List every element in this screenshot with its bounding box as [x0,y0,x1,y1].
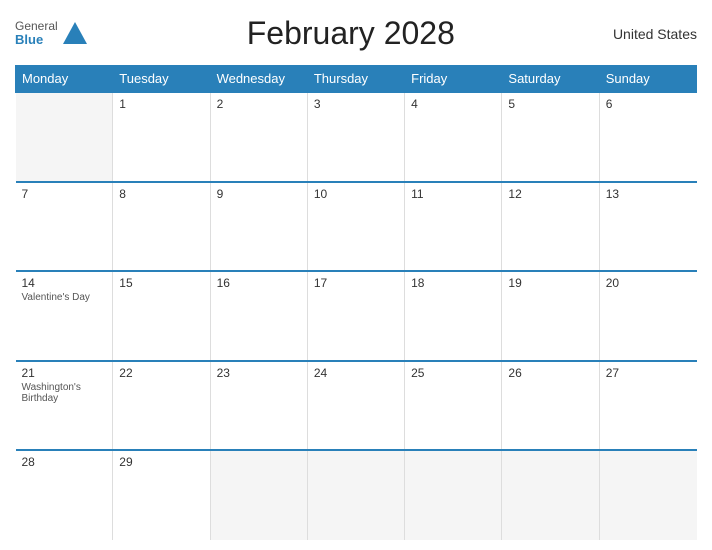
day-number: 11 [411,187,495,201]
calendar-cell: 28 [16,450,113,540]
calendar-header: MondayTuesdayWednesdayThursdayFridaySatu… [16,66,697,93]
calendar-container: General Blue February 2028 United States… [0,0,712,550]
day-number: 4 [411,97,495,111]
holiday-label: Washington's Birthday [22,382,107,404]
calendar-cell: 13 [599,182,696,272]
calendar-cell [502,450,599,540]
calendar-cell [16,92,113,182]
weekday-header-sunday: Sunday [599,66,696,93]
page-title: February 2028 [89,15,613,52]
day-number: 5 [508,97,592,111]
calendar-cell: 11 [405,182,502,272]
day-number: 9 [217,187,301,201]
day-number: 28 [22,455,107,469]
day-number: 6 [606,97,691,111]
day-number: 14 [22,276,107,290]
calendar-cell: 16 [210,271,307,361]
day-number: 3 [314,97,398,111]
day-number: 12 [508,187,592,201]
calendar-cell: 3 [307,92,404,182]
calendar-cell: 8 [113,182,210,272]
week-row-5: 28 29 [16,450,697,540]
day-number: 8 [119,187,203,201]
calendar-cell: 17 [307,271,404,361]
day-number: 2 [217,97,301,111]
calendar-body: 1234567891011121314Valentine's Day151617… [16,92,697,540]
logo: General Blue [15,20,89,48]
weekday-header-wednesday: Wednesday [210,66,307,93]
day-number: 13 [606,187,691,201]
calendar-cell [599,450,696,540]
week-row-2: 789 10 11 12 13 [16,182,697,272]
weekday-header-row: MondayTuesdayWednesdayThursdayFridaySatu… [16,66,697,93]
calendar-cell: 26 [502,361,599,451]
calendar-cell: 4 [405,92,502,182]
weekday-header-friday: Friday [405,66,502,93]
holiday-label: Valentine's Day [22,292,107,303]
day-number: 29 [119,455,203,469]
day-number: 18 [411,276,495,290]
day-number: 22 [119,366,203,380]
logo-icon [61,20,89,48]
weekday-header-saturday: Saturday [502,66,599,93]
week-row-4: 21 Washington's Birthday 22 23 24 25 26 27 [16,361,697,451]
calendar-cell: 25 [405,361,502,451]
weekday-header-monday: Monday [16,66,113,93]
day-number: 23 [217,366,301,380]
calendar-cell [307,450,404,540]
calendar-cell: 7 [16,182,113,272]
calendar-cell: 9 [210,182,307,272]
calendar-cell: 20 [599,271,696,361]
logo-general-text: General [15,20,58,33]
calendar-cell: 23 [210,361,307,451]
day-number: 26 [508,366,592,380]
calendar-cell: 24 [307,361,404,451]
calendar-cell: 22 [113,361,210,451]
calendar-cell: 1 [113,92,210,182]
calendar-cell: 18 [405,271,502,361]
weekday-header-thursday: Thursday [307,66,404,93]
logo-blue-text: Blue [15,33,58,47]
calendar-cell: 19 [502,271,599,361]
day-number: 20 [606,276,691,290]
day-number: 10 [314,187,398,201]
day-number: 25 [411,366,495,380]
week-row-1: 123456 [16,92,697,182]
day-number: 19 [508,276,592,290]
calendar-cell: 27 [599,361,696,451]
calendar-cell: 10 [307,182,404,272]
day-number: 7 [22,187,107,201]
calendar-table: MondayTuesdayWednesdayThursdayFridaySatu… [15,65,697,540]
calendar-cell: 2 [210,92,307,182]
calendar-cell [405,450,502,540]
week-row-3: 14 Valentine's Day 15 16 17 18 19 20 [16,271,697,361]
calendar-cell: 6 [599,92,696,182]
day-number: 15 [119,276,203,290]
day-number: 27 [606,366,691,380]
calendar-cell: 14 Valentine's Day [16,271,113,361]
header: General Blue February 2028 United States [15,10,697,57]
calendar-cell [210,450,307,540]
weekday-header-tuesday: Tuesday [113,66,210,93]
calendar-cell: 12 [502,182,599,272]
day-number: 17 [314,276,398,290]
day-number: 16 [217,276,301,290]
calendar-cell: 21 Washington's Birthday [16,361,113,451]
day-number: 24 [314,366,398,380]
day-number: 1 [119,97,203,111]
country-label: United States [613,26,697,42]
calendar-cell: 29 [113,450,210,540]
calendar-cell: 15 [113,271,210,361]
day-number: 21 [22,366,107,380]
calendar-cell: 5 [502,92,599,182]
